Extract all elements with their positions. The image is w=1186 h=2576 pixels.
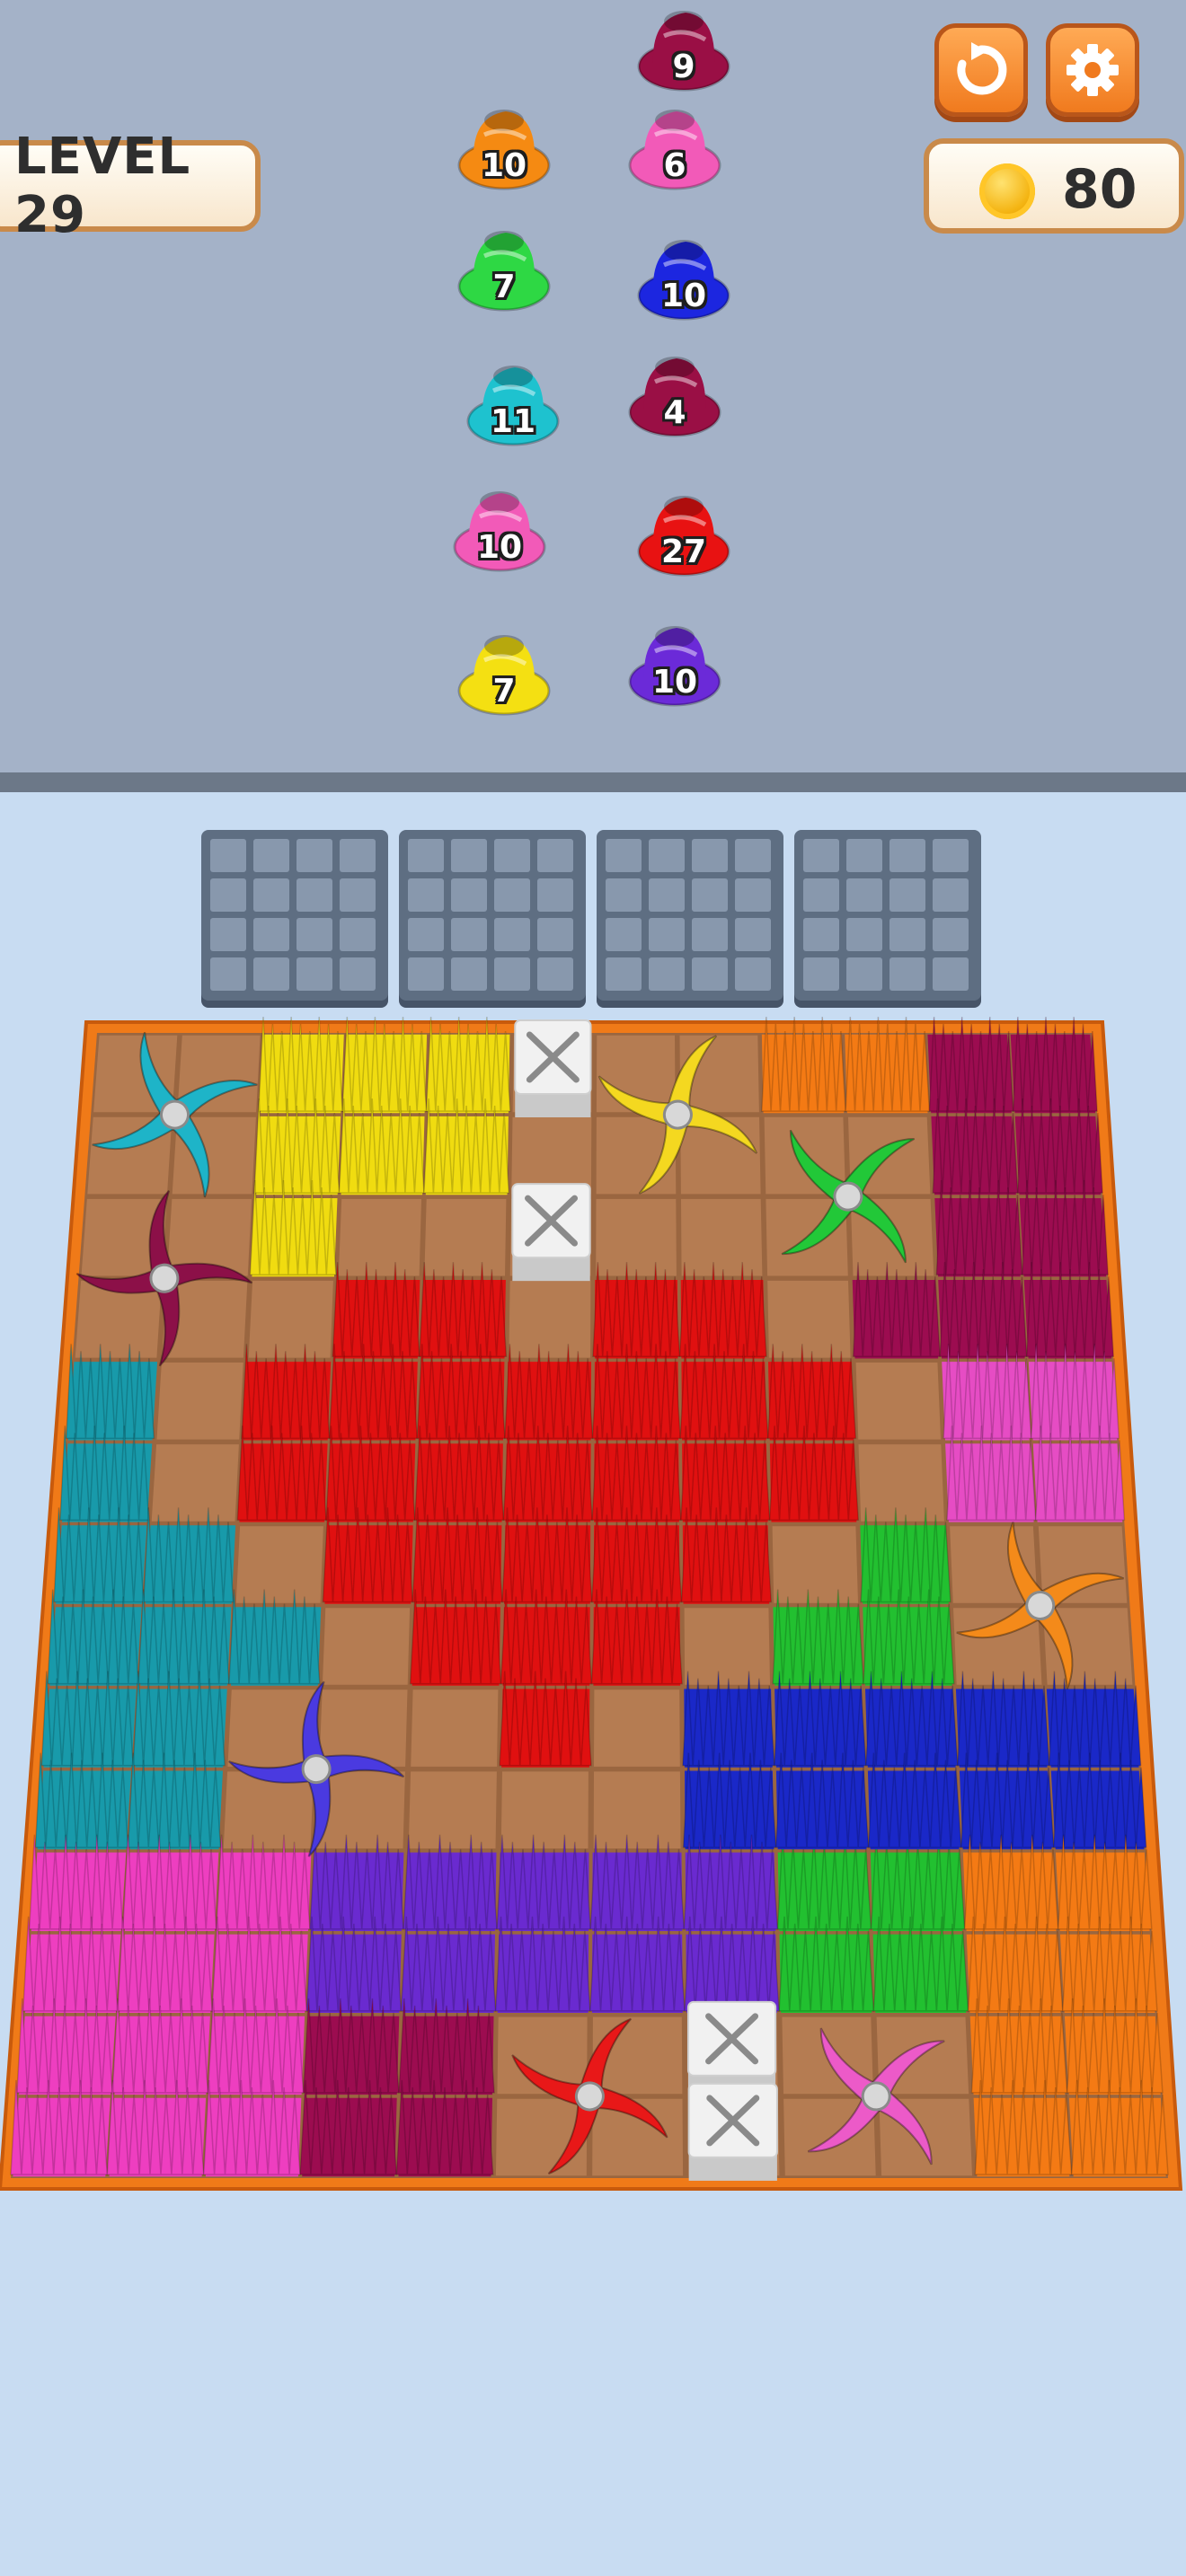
game-board[interactable] [0,0,1186,2576]
dirt-cell [767,1280,851,1358]
spinner-hub [861,2081,891,2112]
dirt-cell [681,1198,763,1276]
dirt-cell [855,1363,941,1440]
dirt-cell [772,1526,858,1603]
dirt-cell [500,1771,589,1848]
dirt-cell [235,1526,323,1603]
dirt-cell [424,1198,507,1276]
dirt-cell [156,1363,243,1440]
dirt-cell [593,1771,681,1848]
dirt-cell [511,1116,592,1195]
dirt-cell [684,1608,770,1685]
dirt-cell [322,1608,411,1685]
dirt-cell [858,1444,944,1522]
dirt-cell [408,1771,497,1848]
spinner-hub [833,1181,863,1212]
dirt-cell [338,1198,421,1276]
dirt-cell [509,1280,591,1358]
dirt-cell [151,1444,239,1522]
blocked-cell [514,1019,592,1117]
blocked-cell [687,2082,778,2181]
dirt-cell [411,1689,499,1767]
blocked-cell [511,1183,591,1282]
dirt-cell [248,1280,333,1358]
dirt-cell [594,1689,680,1767]
dirt-cell [596,1198,677,1276]
